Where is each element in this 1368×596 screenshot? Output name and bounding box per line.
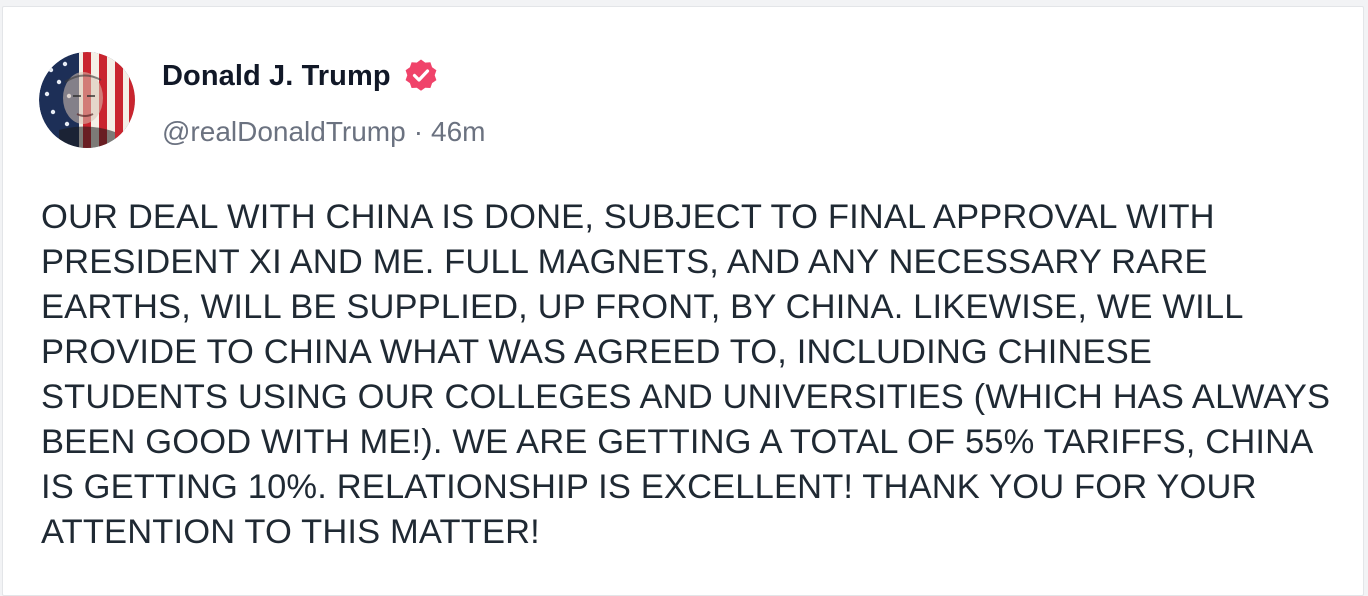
author-avatar[interactable] [39,52,135,148]
author-meta-row: @realDonaldTrump · 46m [162,111,486,153]
post-timestamp[interactable]: 46m [431,116,485,148]
meta-separator: · [413,116,424,147]
flag-portrait-avatar-icon [39,52,135,148]
author-name-row: Donald J. Trump [162,53,439,99]
post-card: Donald J. Trump @realDonaldTrump · 46m O… [2,6,1364,596]
verified-badge-icon [403,58,439,94]
author-display-name[interactable]: Donald J. Trump [162,60,391,93]
author-handle[interactable]: @realDonaldTrump [162,116,406,148]
post-body-text: OUR DEAL WITH CHINA IS DONE, SUBJECT TO … [41,198,1331,551]
